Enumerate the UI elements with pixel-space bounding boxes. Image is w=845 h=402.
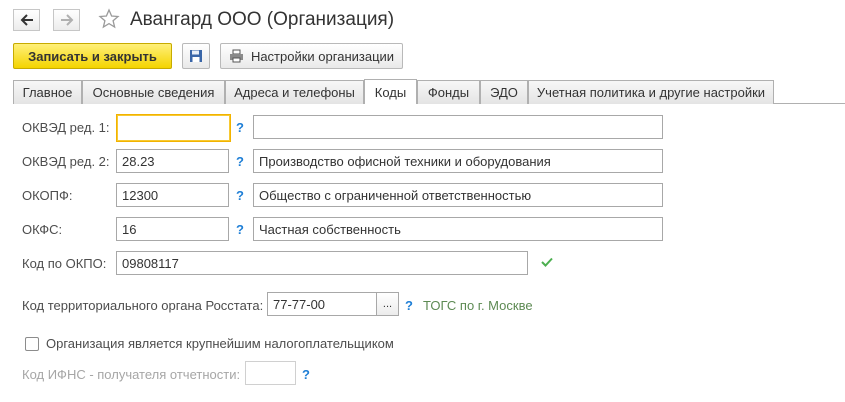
okopf-label: ОКОПФ: (22, 188, 73, 203)
arrow-left-icon (20, 14, 33, 26)
tab-main[interactable]: Главное (13, 80, 82, 104)
tab-accounting-policy[interactable]: Учетная политика и другие настройки (528, 80, 774, 104)
okfs-code-input[interactable]: 16 (116, 217, 229, 241)
okved2-label: ОКВЭД ред. 2: (22, 154, 110, 169)
check-icon (541, 257, 553, 267)
okved2-description-field[interactable]: Производство офисной техники и оборудова… (253, 149, 663, 173)
okopf-code-input[interactable]: 12300 (116, 183, 229, 207)
tab-basic-info[interactable]: Основные сведения (82, 80, 225, 104)
okved2-help[interactable]: ? (236, 154, 244, 169)
okfs-description-field[interactable]: Частная собственность (253, 217, 663, 241)
tab-edo[interactable]: ЭДО (480, 80, 528, 104)
rosstat-label: Код территориального органа Росстата: (22, 298, 264, 313)
rosstat-select-button[interactable]: ... (376, 292, 399, 316)
okved1-code-input[interactable] (116, 114, 231, 142)
arrow-right-icon (60, 14, 73, 26)
printer-icon (229, 49, 243, 63)
tab-codes[interactable]: Коды (364, 79, 417, 104)
okopf-description-field[interactable]: Общество с ограниченной ответственностью (253, 183, 663, 207)
okved1-label: ОКВЭД ред. 1: (22, 120, 110, 135)
rosstat-code-input[interactable]: 77-77-00 (267, 292, 377, 316)
okved1-description-field[interactable] (253, 115, 663, 139)
rosstat-hint: ТОГС по г. Москве (423, 298, 533, 313)
okved1-help[interactable]: ? (236, 120, 244, 135)
org-settings-label: Настройки организации (250, 48, 395, 64)
star-icon[interactable] (98, 8, 120, 30)
okpo-code-input[interactable]: 09808117 (116, 251, 528, 275)
ifns-help[interactable]: ? (302, 367, 310, 382)
okfs-help[interactable]: ? (236, 222, 244, 237)
tab-addresses[interactable]: Адреса и телефоны (225, 80, 364, 104)
tab-funds[interactable]: Фонды (417, 80, 480, 104)
back-button[interactable] (13, 9, 40, 31)
okfs-label: ОКФС: (22, 222, 63, 237)
largest-taxpayer-label[interactable]: Организация является крупнейшим налогопл… (46, 336, 394, 351)
largest-taxpayer-checkbox[interactable] (25, 337, 39, 351)
rosstat-help[interactable]: ? (405, 298, 413, 313)
ifns-code-input[interactable] (245, 361, 296, 385)
org-settings-button[interactable]: Настройки организации (220, 43, 403, 69)
save-and-close-button[interactable]: Записать и закрыть (13, 43, 172, 69)
okpo-label: Код по ОКПО: (22, 256, 107, 271)
page-title: Авангард ООО (Организация) (130, 9, 395, 30)
ifns-label: Код ИФНС - получателя отчетности: (22, 367, 241, 382)
floppy-disk-icon (190, 50, 202, 62)
save-button[interactable] (182, 43, 210, 69)
forward-button[interactable] (53, 9, 80, 31)
okved2-code-input[interactable]: 28.23 (116, 149, 229, 173)
okopf-help[interactable]: ? (236, 188, 244, 203)
